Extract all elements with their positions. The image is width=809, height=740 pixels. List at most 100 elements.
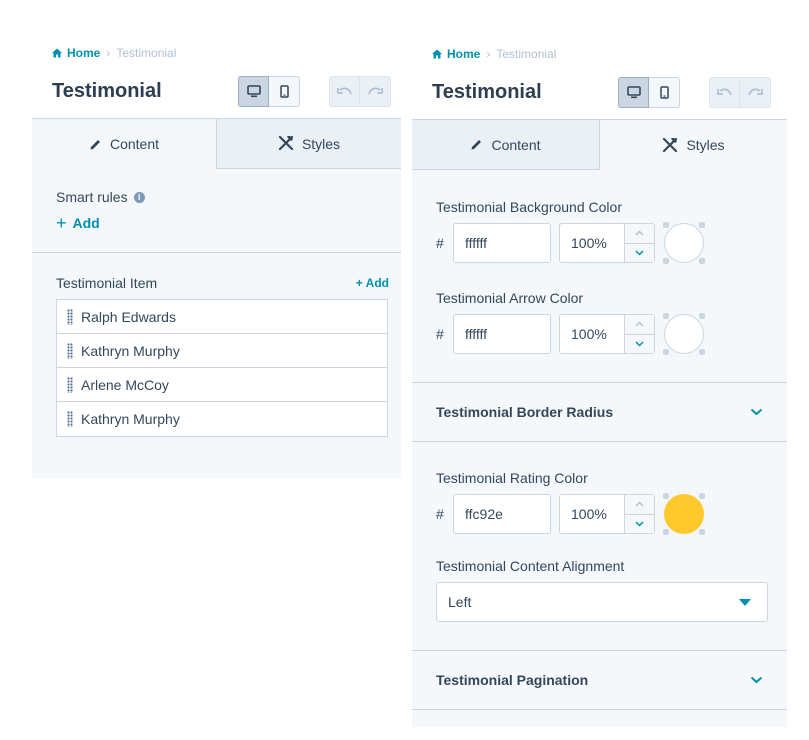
add-item-button[interactable]: + Add [356, 276, 389, 290]
undo-button[interactable] [329, 76, 360, 107]
desktop-view-button[interactable] [618, 77, 649, 108]
redo-button[interactable] [740, 77, 771, 108]
border-radius-section[interactable]: Testimonial Border Radius [412, 382, 787, 442]
tab-styles[interactable]: Styles [217, 119, 401, 169]
list-item-label: Arlene McCoy [81, 376, 169, 393]
hash-prefix: # [436, 235, 444, 251]
tab-content-label: Content [491, 136, 541, 153]
list-item[interactable]: Ralph Edwards [57, 300, 387, 334]
drag-handle-icon[interactable] [67, 411, 73, 427]
pencil-icon [90, 139, 100, 149]
rating-color-field: Testimonial Rating Color # ffc92e 100% [412, 470, 787, 535]
undo-icon [336, 86, 352, 94]
drag-handle-icon[interactable] [67, 342, 73, 359]
editor-tabs: Content Styles [32, 119, 401, 169]
testimonial-items-list: Ralph Edwards Kathryn Murphy Arlene McCo… [56, 299, 388, 437]
drag-handle-icon[interactable] [67, 308, 73, 325]
testimonial-items-label: Testimonial Item [56, 275, 158, 291]
bg-color-label: Testimonial Background Color [436, 199, 622, 215]
undo-button[interactable] [709, 77, 740, 108]
chevron-up-icon [635, 321, 644, 327]
step-up-button[interactable] [625, 495, 654, 514]
tab-content[interactable]: Content [412, 120, 600, 170]
color-swatch-circle [664, 494, 704, 534]
info-icon[interactable]: i [133, 191, 145, 203]
tab-styles-label: Styles [301, 135, 341, 152]
arrow-color-label: Testimonial Arrow Color [436, 290, 584, 306]
add-smart-rule-label: Add [72, 215, 100, 231]
desktop-view-button[interactable] [238, 76, 269, 107]
tab-content[interactable]: Content [32, 119, 217, 169]
desktop-icon [246, 85, 261, 98]
hash-prefix: # [436, 506, 444, 522]
step-down-button[interactable] [625, 242, 654, 262]
step-up-button[interactable] [625, 224, 654, 243]
styles-icon [663, 137, 678, 152]
list-item[interactable]: Arlene McCoy [57, 368, 387, 402]
rating-color-opacity-input[interactable]: 100% [559, 494, 655, 534]
rating-color-swatch[interactable] [663, 493, 705, 535]
list-item-label: Kathryn Murphy [81, 342, 180, 359]
chevron-up-icon [635, 230, 644, 236]
arrow-color-opacity-input[interactable]: 100% [559, 314, 655, 354]
device-toggle [238, 76, 300, 107]
step-up-button[interactable] [625, 315, 654, 334]
chevron-down-icon [750, 408, 763, 416]
add-smart-rule-button[interactable]: + Add [56, 213, 100, 233]
list-item[interactable]: Kathryn Murphy [57, 402, 387, 436]
breadcrumb-separator: › [486, 47, 491, 61]
redo-icon [748, 87, 763, 95]
opacity-stepper [624, 495, 654, 533]
pagination-label: Testimonial Pagination [436, 672, 589, 688]
step-down-button[interactable] [625, 513, 654, 533]
alignment-select[interactable]: Left [436, 582, 768, 622]
alignment-field: Testimonial Content Alignment [412, 558, 787, 574]
breadcrumb-home[interactable]: Home [432, 47, 480, 61]
mobile-view-button[interactable] [269, 76, 300, 107]
history-controls [329, 76, 391, 107]
bg-color-hex-input[interactable]: ffffff [453, 223, 551, 263]
plus-icon: + [56, 213, 67, 233]
opacity-value: 100% [571, 506, 607, 522]
breadcrumb: Home › Testimonial [52, 46, 176, 60]
step-down-button[interactable] [625, 333, 654, 353]
breadcrumb: Home › Testimonial [432, 47, 556, 61]
desktop-icon [626, 86, 641, 99]
rating-color-label: Testimonial Rating Color [436, 470, 588, 486]
opacity-stepper [624, 224, 654, 262]
tab-styles[interactable]: Styles [600, 120, 787, 170]
home-icon [52, 48, 62, 58]
page-title: Testimonial [52, 80, 162, 102]
list-item-label: Ralph Edwards [81, 308, 176, 325]
drag-handle-icon[interactable] [67, 376, 73, 393]
arrow-color-hex-input[interactable]: ffffff [453, 314, 551, 354]
bg-color-opacity-input[interactable]: 100% [559, 223, 655, 263]
chevron-down-icon [635, 250, 644, 256]
home-icon [432, 49, 442, 59]
content-tab-body: Content Styles Smart rules i + Add Testi… [32, 118, 401, 478]
chevron-down-icon [635, 341, 644, 347]
editor-tabs: Content Styles [412, 120, 787, 170]
tab-styles-label: Styles [686, 137, 725, 153]
breadcrumb-current: Testimonial [116, 46, 177, 60]
list-item[interactable]: Kathryn Murphy [57, 334, 387, 368]
breadcrumb-home[interactable]: Home [52, 46, 100, 60]
arrow-color-swatch[interactable] [663, 313, 705, 355]
pagination-section[interactable]: Testimonial Pagination [412, 650, 787, 710]
chevron-down-icon [635, 521, 644, 527]
mobile-view-button[interactable] [649, 77, 680, 108]
rating-color-hex-input[interactable]: ffc92e [453, 494, 551, 534]
styles-icon [278, 136, 294, 151]
pencil-icon [471, 140, 482, 150]
color-swatch-circle [664, 314, 704, 354]
breadcrumb-home-label: Home [67, 46, 101, 60]
bg-color-swatch[interactable] [663, 222, 705, 264]
alignment-value: Left [448, 594, 472, 610]
color-swatch-circle [664, 223, 704, 263]
opacity-stepper [624, 315, 654, 353]
hash-prefix: # [436, 326, 444, 342]
mobile-icon [659, 86, 669, 99]
redo-button[interactable] [360, 76, 391, 107]
page-title: Testimonial [432, 81, 542, 103]
border-radius-label: Testimonial Border Radius [436, 404, 614, 420]
